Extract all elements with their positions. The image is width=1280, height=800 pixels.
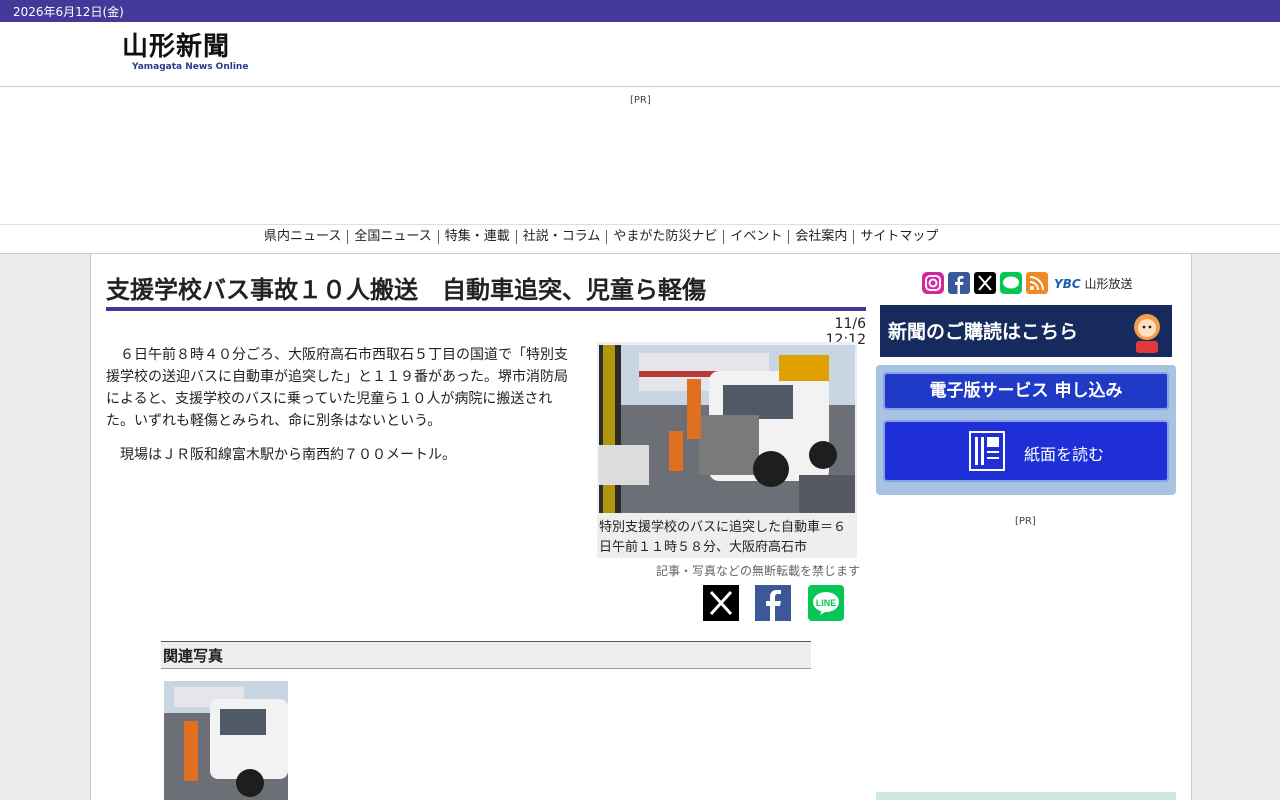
social-links: YBC 山形放送 (922, 272, 1133, 294)
facebook-icon[interactable] (948, 272, 970, 294)
logo-text: 山形新聞 (122, 32, 231, 62)
related-photos-heading: 関連写真 (161, 641, 811, 669)
ad-pr-label: [PR] (630, 95, 651, 106)
digital-apply-button[interactable]: 電子版サービス 申し込み (883, 372, 1169, 410)
nav-item-editorials[interactable]: 社説・コラム (517, 230, 608, 244)
main-navigation: 県内ニュース 全国ニュース 特集・連載 社説・コラム やまがた防災ナビ イベント… (0, 225, 1280, 254)
article-body: ６日午前８時４０分ごろ、大阪府高石市西取石５丁目の国道で「特別支援学校の送迎バス… (106, 344, 574, 478)
rss-icon[interactable] (1026, 272, 1048, 294)
nav-item-company[interactable]: 会社案内 (789, 230, 855, 244)
copyright-notice: 記事・写真などの無断転載を禁じます (655, 564, 860, 578)
mascot-icon (1134, 314, 1160, 353)
broadcaster-name: 山形放送 (1084, 276, 1133, 291)
site-header: 山形新聞 Yamagata News Online (0, 22, 1280, 87)
facebook-icon (755, 585, 791, 621)
top-bar: 2026年6月12日(金) (0, 0, 1280, 22)
logo-subtitle: Yamagata News Online (132, 62, 249, 72)
line-icon[interactable] (1000, 272, 1022, 294)
nav-item-national-news[interactable]: 全国ニュース (348, 230, 439, 244)
share-x-button[interactable] (703, 585, 739, 621)
sidebar-bottom-strip (876, 792, 1176, 800)
nav-item-features[interactable]: 特集・連載 (439, 230, 517, 244)
article-paragraph: ６日午前８時４０分ごろ、大阪府高石市西取石５丁目の国道で「特別支援学校の送迎バス… (106, 347, 568, 429)
instagram-icon[interactable] (922, 272, 944, 294)
nav-item-prefecture-news[interactable]: 県内ニュース (258, 230, 349, 244)
current-date: 2026年6月12日(金) (13, 5, 124, 19)
article-photo-box: 特別支援学校のバスに追突した自動車＝６日午前１１時５８分、大阪府高石市 (597, 342, 857, 558)
nav-item-disaster-navi[interactable]: やまがた防災ナビ (607, 230, 725, 244)
related-photo-thumbnail[interactable] (164, 681, 288, 800)
nav-item-events[interactable]: イベント (724, 230, 790, 244)
x-icon (703, 585, 739, 621)
sidebar-pr-label: [PR] (1015, 516, 1036, 527)
site-logo[interactable]: 山形新聞 Yamagata News Online (122, 32, 248, 72)
x-icon[interactable] (974, 272, 996, 294)
svg-text:LINE: LINE (816, 598, 837, 608)
nav-item-sitemap[interactable]: サイトマップ (854, 230, 944, 244)
read-paper-button[interactable]: 紙面を読む (883, 420, 1169, 482)
digital-service-box: 電子版サービス 申し込み 紙面を読む (876, 365, 1176, 495)
share-line-button[interactable]: LINE (808, 585, 844, 621)
line-icon: LINE (808, 585, 844, 621)
photo-caption: 特別支援学校のバスに追突した自動車＝６日午前１１時５８分、大阪府高石市 (599, 520, 847, 555)
read-paper-label: 紙面を読む (1024, 445, 1105, 464)
ad-banner-area: [PR] (0, 87, 1280, 225)
article-title: 支援学校バス事故１０人搬送 自動車追突、児童ら軽傷 (106, 270, 866, 311)
article-paragraph: 現場はＪＲ阪和線富木駅から南西約７００メートル。 (120, 447, 456, 463)
broadcaster-link[interactable]: YBC 山形放送 (1054, 275, 1133, 292)
subscribe-banner-text: 新聞のご購読はこちら (888, 321, 1079, 343)
share-facebook-button[interactable] (755, 585, 791, 621)
newspaper-icon (969, 431, 1005, 471)
article-photo[interactable] (599, 345, 855, 513)
main-content: 支援学校バス事故１０人搬送 自動車追突、児童ら軽傷 11/6 12:12 ６日午… (90, 254, 1192, 800)
broadcaster-logo: YBC (1054, 276, 1081, 291)
subscribe-banner[interactable]: 新聞のご購読はこちら (880, 305, 1172, 357)
